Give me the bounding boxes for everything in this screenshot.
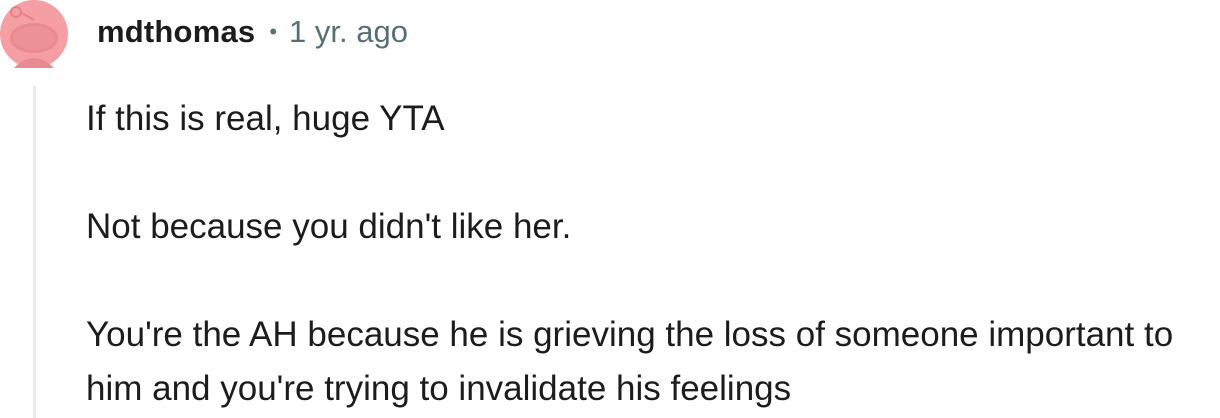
comment-body: If this is real, huge YTA Not because yo… [86, 92, 1220, 416]
thread-line[interactable] [33, 86, 36, 418]
comment-paragraph: Not because you didn't like her. [86, 207, 572, 246]
comment-timestamp[interactable]: 1 yr. ago [289, 14, 408, 50]
comment-paragraph: If this is real, huge YTA [86, 99, 445, 138]
reddit-snoo-avatar-icon [0, 0, 68, 68]
separator-dot: • [269, 19, 278, 44]
comment-header: mdthomas • 1 yr. ago [97, 8, 408, 56]
comment-paragraph: You're the AH because he is grieving the… [86, 315, 1174, 408]
username-link[interactable]: mdthomas [97, 14, 255, 50]
avatar[interactable] [0, 0, 68, 68]
